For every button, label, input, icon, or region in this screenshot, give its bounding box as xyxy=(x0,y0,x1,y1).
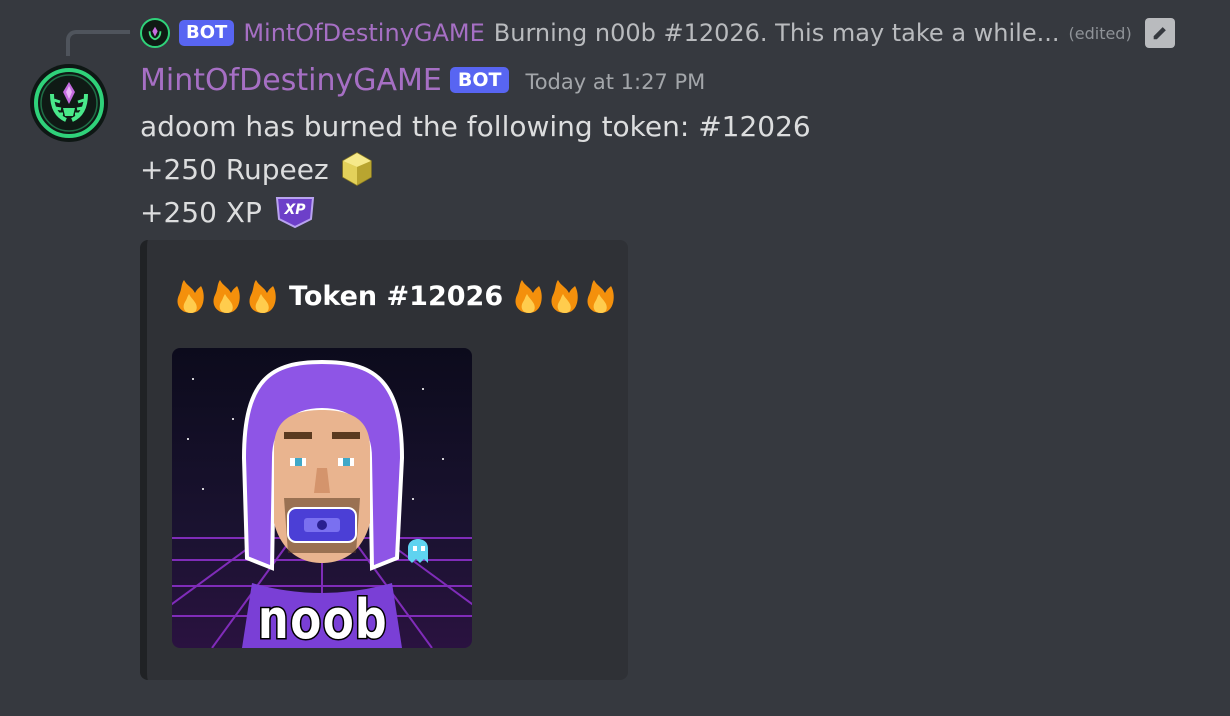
embed-title-row: Token #12026 xyxy=(173,276,619,316)
reply-preview[interactable]: BOT MintOfDestinyGAME Burning n00b #1202… xyxy=(140,14,1175,52)
rupeez-text: +250 Rupeez xyxy=(140,152,329,186)
pencil-icon[interactable] xyxy=(1144,18,1175,48)
message-line-1: adoom has burned the following token: #1… xyxy=(140,105,811,147)
fire-emoji-icon xyxy=(173,277,281,315)
reply-connector xyxy=(66,30,130,56)
embed-title: Token #12026 xyxy=(289,280,504,312)
author-name[interactable]: MintOfDestinyGAME xyxy=(140,63,442,98)
xp-badge-icon[interactable]: XP xyxy=(274,195,316,229)
message-text: adoom has burned the following token: #1… xyxy=(140,109,811,143)
token-image[interactable]: noob xyxy=(172,348,472,648)
reply-bot-tag: BOT xyxy=(179,20,235,46)
fire-emoji-icon xyxy=(511,277,619,315)
bot-tag: BOT xyxy=(449,67,510,93)
xp-badge-label: XP xyxy=(283,202,306,218)
green-laurel-crest-icon xyxy=(34,68,104,138)
edited-label: (edited) xyxy=(1068,23,1132,43)
bot-avatar[interactable] xyxy=(30,64,108,142)
message-header: MintOfDestinyGAME BOT Today at 1:27 PM xyxy=(140,60,705,100)
timestamp[interactable]: Today at 1:27 PM xyxy=(525,70,705,94)
reply-author-name[interactable]: MintOfDestinyGAME xyxy=(243,19,484,47)
message-line-3: +250 XP XP xyxy=(140,191,316,233)
xp-text: +250 XP xyxy=(140,195,262,229)
reply-avatar-icon[interactable] xyxy=(140,18,170,48)
yellow-gem-icon[interactable] xyxy=(341,152,373,186)
reply-text[interactable]: Burning n00b #12026. This may take a whi… xyxy=(494,19,1060,47)
embed-card: Token #12026 noob xyxy=(140,240,628,680)
message-line-2: +250 Rupeez xyxy=(140,148,373,190)
noob-caption: noob xyxy=(257,588,387,648)
